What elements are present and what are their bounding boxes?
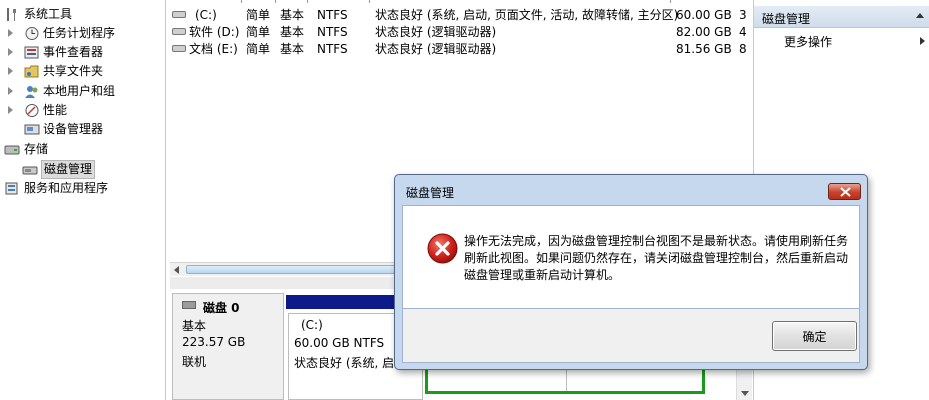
close-icon [840,187,851,197]
dialog-footer: 确定 [402,309,860,363]
column-divider[interactable] [241,0,242,3]
volume-type: 基本 [280,42,305,56]
volume-name: 软件 (D:) [189,25,240,39]
volume-filesystem: NTFS [317,25,348,39]
drive-icon [172,45,186,52]
disk-name: 磁盘 0 [203,301,240,315]
tree-item-label: 本地用户和组 [43,84,116,98]
tree-item-label: 事件查看器 [43,45,104,59]
volume-row[interactable]: 文档 (E:) 简单 基本 NTFS 状态良好 (逻辑驱动器) 81.56 GB… [167,40,752,58]
dialog-message: 操作无法完成，因为磁盘管理控制台视图不是最新状态。请使用刷新任务刷新此视图。如果… [464,234,849,282]
volume-status: 状态良好 (系统, 启动, 页面文件, 活动, 故障转储, 主分区) [375,8,679,22]
volume-row[interactable]: (C:) 简单 基本 NTFS 状态良好 (系统, 启动, 页面文件, 活动, … [167,6,752,24]
volume-row[interactable]: 软件 (D:) 简单 基本 NTFS 状态良好 (逻辑驱动器) 82.00 GB… [167,23,752,41]
disk-management-icon [22,162,38,177]
volume-name: 文档 (E:) [189,42,238,56]
tree-item-label: 共享文件夹 [43,64,104,78]
tree-item-label: 设备管理器 [43,122,104,136]
partition-name: (C:) [301,318,323,332]
expand-arrow-icon[interactable] [8,106,13,114]
drive-icon [172,28,186,35]
volume-filesystem: NTFS [317,42,348,56]
expand-arrow-icon[interactable] [8,67,13,75]
actions-header[interactable]: 磁盘管理 [754,6,929,28]
volume-name: (C:) [195,8,217,22]
storage-icon [4,142,20,157]
disk-0-header[interactable]: 磁盘 0 基本 223.57 GB 联机 [172,293,284,400]
collapse-up-icon[interactable] [916,13,924,18]
volume-status: 状态良好 (逻辑驱动器) [375,42,497,56]
services-icon [4,181,20,196]
partition-size: 60.00 GB NTFS [294,336,385,350]
disk-type: 基本 [182,319,207,333]
expand-arrow-icon[interactable] [8,48,13,56]
tree-item-label: 任务计划程序 [43,26,116,40]
volume-layout: 简单 [246,25,271,39]
column-divider[interactable] [670,0,671,3]
scroll-down-icon[interactable] [737,388,753,400]
tree-item-label: 性能 [43,103,68,117]
close-button[interactable] [828,183,861,200]
volume-layout: 简单 [246,42,271,56]
tree-item-label: 存储 [24,142,49,156]
disk-size: 223.57 GB [182,335,246,349]
error-icon [427,233,458,264]
clock-icon [24,26,40,41]
volume-free-space: 3 [739,8,747,22]
drive-icon [172,11,186,18]
actions-header-title: 磁盘管理 [762,12,811,26]
volume-type: 基本 [280,25,305,39]
scroll-left-icon[interactable] [174,266,179,274]
users-icon [24,84,40,99]
performance-icon [24,103,40,118]
volume-capacity: 60.00 GB [676,8,732,22]
volume-filesystem: NTFS [317,8,348,22]
navigation-tree: 系统工具 任务计划程序 事件查看器 共享文件夹 本地用户和组 性能 设备管理器 … [0,0,166,400]
column-divider[interactable] [369,0,370,3]
device-manager-icon [24,122,40,137]
volume-type: 基本 [280,8,305,22]
ok-button[interactable]: 确定 [772,321,857,351]
dialog-title: 磁盘管理 [406,186,455,200]
volume-free-space: 4 [739,25,747,39]
volume-free-space: 8 [739,42,747,56]
volume-status: 状态良好 (逻辑驱动器) [375,25,497,39]
tree-item-label: 服务和应用程序 [24,181,109,195]
volume-layout: 简单 [246,8,271,22]
expand-arrow-icon[interactable] [8,29,13,37]
expand-arrow-icon[interactable] [8,87,13,95]
dialog-body: 操作无法完成，因为磁盘管理控制台视图不是最新状态。请使用刷新任务刷新此视图。如果… [402,205,860,309]
column-divider[interactable] [307,0,308,3]
volume-capacity: 82.00 GB [676,25,732,39]
tree-item-label: 磁盘管理 [41,160,96,179]
volume-capacity: 81.56 GB [676,42,732,56]
tree-item-label: 系统工具 [24,7,73,21]
disk-icon [182,301,196,309]
more-actions-link[interactable]: 更多操作 [784,33,832,50]
error-dialog: 磁盘管理 操作无法完成，因为磁盘管理控制台视图不是最新状态。请使用刷新任务刷新此… [394,174,868,370]
tools-icon [4,7,20,22]
event-viewer-icon [24,45,40,60]
column-divider[interactable] [275,0,276,3]
shared-folder-icon [24,64,40,79]
disk-status: 联机 [182,355,207,369]
submenu-arrow-icon [920,37,925,45]
